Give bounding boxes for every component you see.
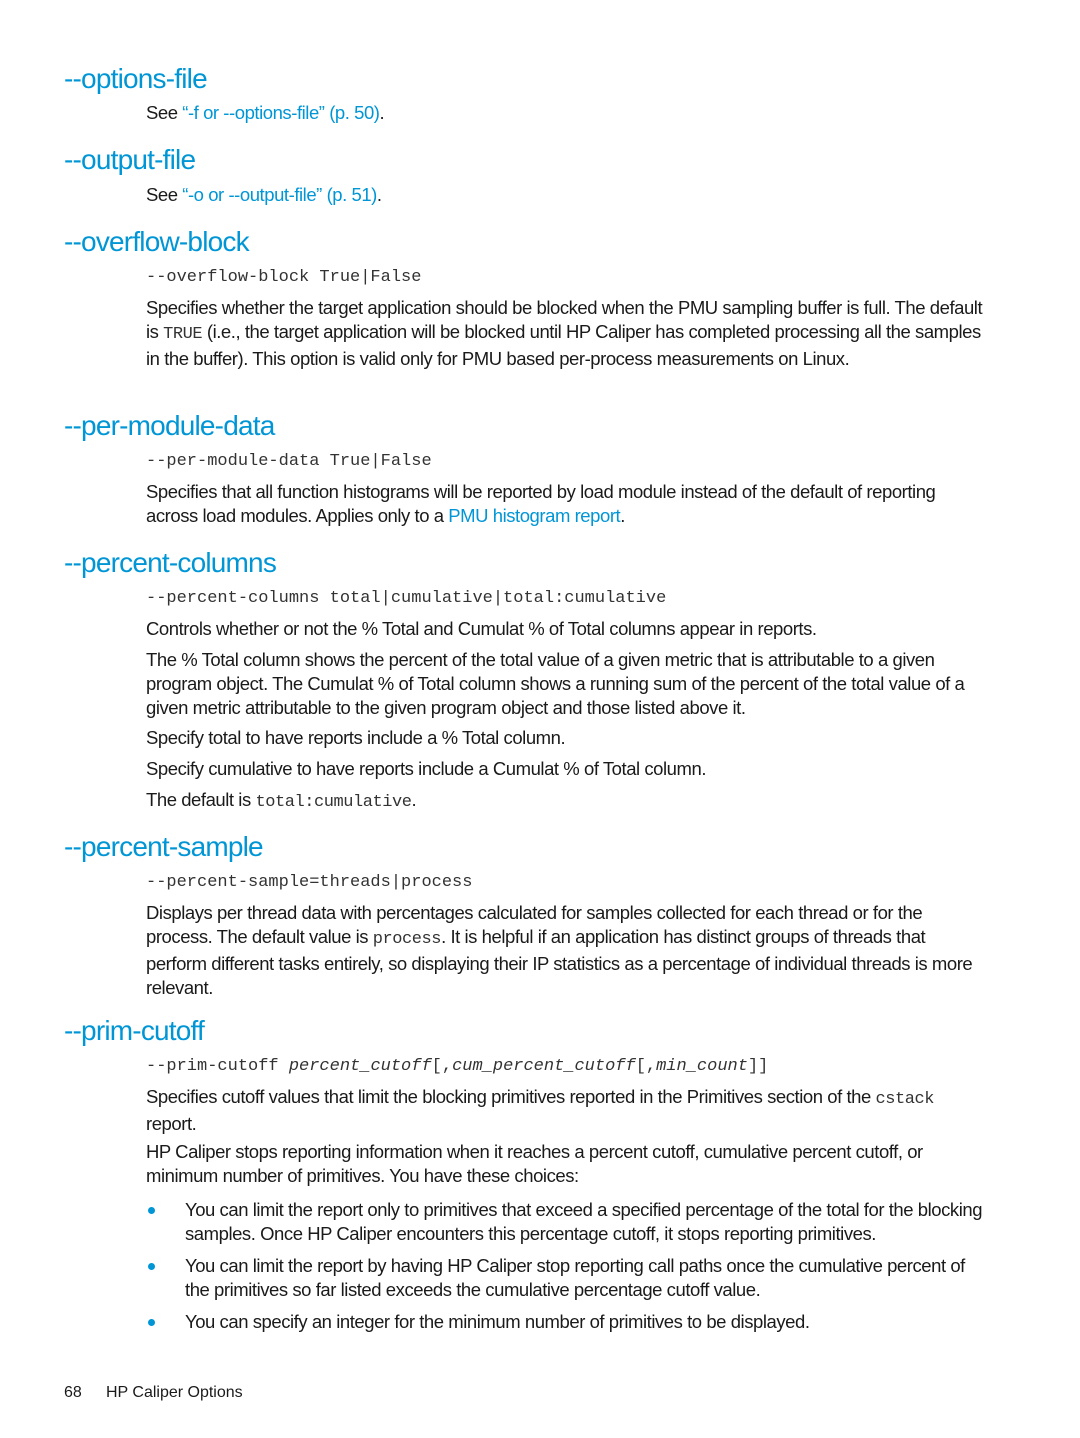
- text: Specifies cutoff values that limit the b…: [146, 1086, 876, 1107]
- list-item-text: You can specify an integer for the minim…: [185, 1311, 810, 1332]
- chapter-title: HP Caliper Options: [106, 1384, 243, 1401]
- link-pmu-histogram-report[interactable]: PMU histogram report: [448, 505, 620, 526]
- code-process: process: [372, 930, 442, 949]
- code-cstack: cstack: [875, 1090, 935, 1109]
- page-footer: 68 HP Caliper Options: [64, 1384, 243, 1402]
- section-heading-overflow-block: --overflow-block: [64, 226, 250, 257]
- document-page: --options-file See “-f or --options-file…: [0, 0, 1080, 1438]
- syntax-arg-percent-cutoff: percent_cutoff: [288, 1057, 432, 1076]
- text: .: [620, 505, 625, 526]
- paragraph: Specify total to have reports include a …: [146, 727, 566, 748]
- list-item-text: You can limit the report by having HP Ca…: [185, 1255, 965, 1300]
- syntax-prim-cutoff: --prim-cutoff percent_cutoff[,cum_percen…: [146, 1056, 768, 1078]
- see-suffix: .: [376, 184, 382, 205]
- default-note-percent-columns: The default is total:cumulative.: [146, 788, 986, 815]
- link-options-file[interactable]: “-f or --options-file” (p. 50): [182, 102, 380, 123]
- syntax-percent-columns: --percent-columns total|cumulative|total…: [146, 589, 667, 608]
- page-number: 68: [64, 1384, 82, 1401]
- section-heading-output-file: --output-file: [64, 144, 196, 175]
- see-prefix: See: [146, 102, 183, 123]
- paragraph: Controls whether or not the % Total and …: [146, 618, 817, 639]
- syntax-arg-min-count: min_count: [656, 1057, 748, 1076]
- bullet-icon: [148, 1319, 155, 1326]
- choices-list: You can limit the report only to primiti…: [146, 1198, 986, 1334]
- text: report.: [146, 1113, 197, 1134]
- list-item: You can limit the report by having HP Ca…: [146, 1254, 986, 1302]
- section-heading-percent-columns: --percent-columns: [64, 547, 277, 578]
- see-reference-output-file: See “-o or --output-file” (p. 51).: [146, 183, 986, 207]
- syntax-arg-cum-percent-cutoff: cum_percent_cutoff: [452, 1057, 636, 1076]
- see-suffix: .: [379, 102, 385, 123]
- paragraph: HP Caliper stops reporting information w…: [146, 1141, 923, 1186]
- bullet-icon: [148, 1207, 155, 1214]
- description-prim-cutoff: Specifies cutoff values that limit the b…: [146, 1085, 986, 1136]
- see-reference-options-file: See “-f or --options-file” (p. 50).: [146, 101, 986, 125]
- section-heading-prim-cutoff: --prim-cutoff: [64, 1015, 205, 1046]
- description-overflow-block: Specifies whether the target application…: [146, 296, 986, 371]
- syntax-separator: [,: [635, 1057, 657, 1076]
- list-item: You can limit the report only to primiti…: [146, 1198, 986, 1246]
- text: (i.e., the target application will be bl…: [146, 321, 981, 369]
- section-heading-per-module-data: --per-module-data: [64, 410, 275, 441]
- syntax-overflow-block: --overflow-block True|False: [146, 268, 422, 287]
- paragraph: Specify cumulative to have reports inclu…: [146, 758, 707, 779]
- text: The default is: [146, 789, 256, 810]
- syntax-per-module-data: --per-module-data True|False: [146, 452, 432, 471]
- syntax-percent-sample: --percent-sample=threads|process: [146, 873, 473, 892]
- section-heading-percent-sample: --percent-sample: [64, 831, 264, 862]
- list-item-text: You can limit the report only to primiti…: [185, 1199, 983, 1244]
- code-true: TRUE: [163, 325, 203, 344]
- section-heading-options-file: --options-file: [64, 63, 208, 94]
- bullet-icon: [148, 1263, 155, 1270]
- text: .: [411, 789, 417, 810]
- list-item: You can specify an integer for the minim…: [146, 1310, 986, 1334]
- description-per-module-data: Specifies that all function histograms w…: [146, 480, 986, 528]
- syntax-separator: [,: [431, 1057, 453, 1076]
- link-output-file[interactable]: “-o or --output-file” (p. 51): [182, 184, 377, 205]
- code-default-value: total:cumulative: [255, 793, 412, 812]
- see-prefix: See: [146, 184, 183, 205]
- description-percent-sample: Displays per thread data with percentage…: [146, 901, 986, 1000]
- syntax-command: --prim-cutoff: [146, 1057, 289, 1076]
- paragraph: The % Total column shows the percent of …: [146, 649, 965, 718]
- syntax-end: ]]: [747, 1057, 769, 1076]
